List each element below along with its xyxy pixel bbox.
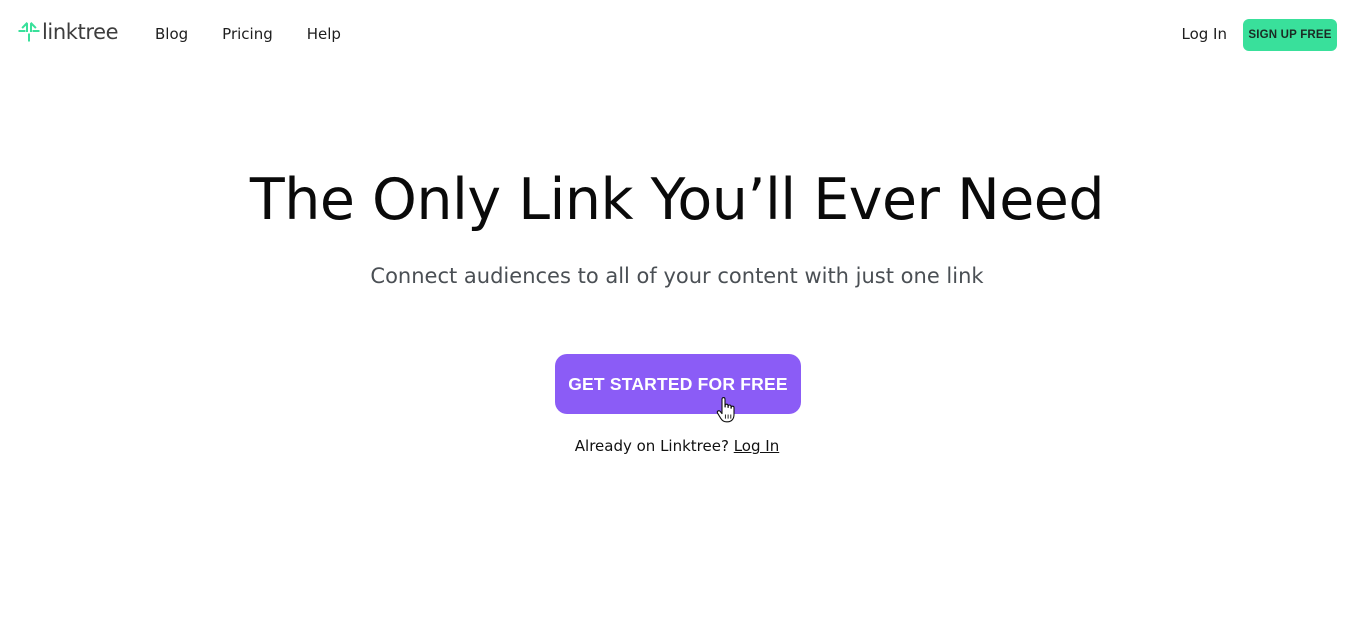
signup-button[interactable]: SIGN UP FREE	[1243, 19, 1337, 51]
login-prompt-link[interactable]: Log In	[734, 437, 780, 455]
linktree-logo-icon	[18, 22, 40, 42]
login-prompt: Already on Linktree? Log In	[0, 436, 1354, 456]
login-prompt-text: Already on Linktree?	[574, 437, 729, 455]
nav-link-help[interactable]: Help	[307, 24, 341, 44]
primary-nav: Blog Pricing Help	[155, 24, 375, 44]
linktree-logo[interactable]: linktree	[18, 20, 119, 44]
hero-subtitle: Connect audiences to all of your content…	[370, 264, 984, 288]
nav-link-pricing[interactable]: Pricing	[222, 24, 273, 44]
brand-name: linktree	[42, 20, 119, 44]
hero-title: The Only Link You’ll Ever Need	[249, 167, 1105, 233]
get-started-button[interactable]: GET STARTED FOR FREE	[555, 354, 801, 414]
nav-link-blog[interactable]: Blog	[155, 24, 188, 44]
nav-login-link[interactable]: Log In	[1182, 24, 1228, 44]
top-navbar: linktree Blog Pricing Help Log In SIGN U…	[0, 0, 1354, 70]
